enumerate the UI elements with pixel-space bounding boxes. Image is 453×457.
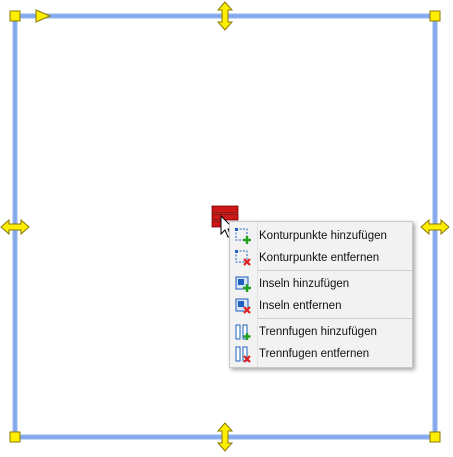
corner-handle-top-right[interactable] bbox=[429, 10, 441, 22]
add-island-icon bbox=[230, 273, 257, 295]
corner-handle-top-left[interactable] bbox=[9, 10, 21, 22]
remove-contour-point-icon bbox=[230, 247, 257, 269]
menu-item-label: Inseln entfernen bbox=[259, 300, 342, 312]
remove-island-icon bbox=[230, 295, 257, 317]
corner-handle-bottom-left[interactable] bbox=[9, 431, 21, 443]
menu-item-label: Konturpunkte hinzufügen bbox=[259, 230, 387, 242]
menu-item-label: Trennfugen hinzufügen bbox=[259, 326, 377, 338]
corner-handle-bottom-right[interactable] bbox=[429, 431, 441, 443]
add-contour-point-icon bbox=[230, 225, 257, 247]
add-joint-icon bbox=[230, 321, 257, 343]
menu-item-remove-contour-points[interactable]: Konturpunkte entfernen bbox=[230, 247, 412, 269]
menu-item-add-islands[interactable]: Inseln hinzufügen bbox=[230, 273, 412, 295]
remove-joint-icon bbox=[230, 343, 257, 365]
menu-separator bbox=[258, 318, 412, 319]
menu-item-label: Konturpunkte entfernen bbox=[259, 252, 380, 264]
menu-item-add-joints[interactable]: Trennfugen hinzufügen bbox=[230, 321, 412, 343]
menu-item-label: Inseln hinzufügen bbox=[259, 278, 350, 290]
context-menu: Konturpunkte hinzufügen Konturpunkte ent… bbox=[229, 221, 413, 368]
menu-item-label: Trennfugen entfernen bbox=[259, 348, 370, 360]
menu-item-remove-joints[interactable]: Trennfugen entfernen bbox=[230, 343, 412, 365]
menu-separator bbox=[258, 270, 412, 271]
direction-arrow-icon[interactable] bbox=[35, 9, 52, 23]
menu-item-remove-islands[interactable]: Inseln entfernen bbox=[230, 295, 412, 317]
menu-item-add-contour-points[interactable]: Konturpunkte hinzufügen bbox=[230, 225, 412, 247]
